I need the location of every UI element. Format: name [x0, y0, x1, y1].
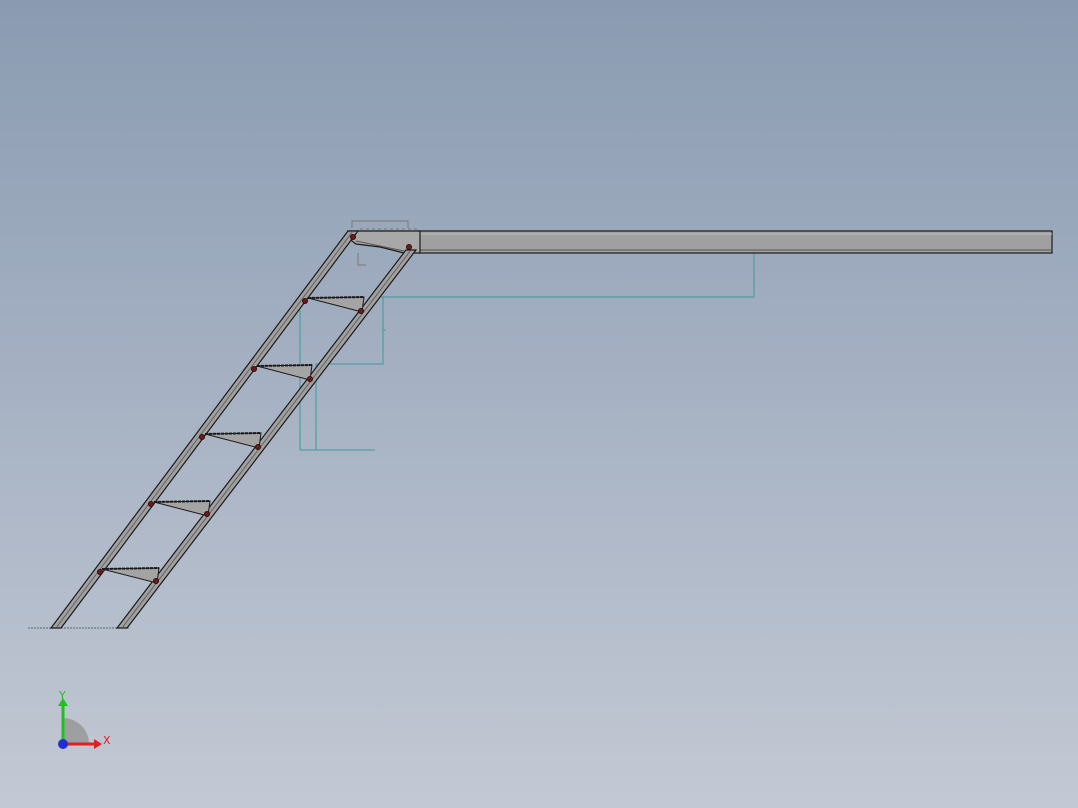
triad-plane-icon	[63, 718, 89, 744]
z-axis-icon	[58, 739, 68, 749]
bolt	[306, 375, 313, 382]
bolt	[97, 569, 104, 576]
tread-5[interactable]	[101, 567, 160, 584]
graphics-viewport[interactable]: Y X	[0, 0, 1078, 808]
triad-y-label: Y	[58, 689, 66, 702]
triad-x-label: X	[103, 734, 111, 747]
tread-1[interactable]	[307, 296, 365, 313]
bolt	[203, 510, 210, 517]
bolt	[152, 578, 159, 585]
bolt	[349, 233, 356, 240]
tread-2[interactable]	[256, 364, 313, 381]
reference-triad[interactable]: Y X	[58, 689, 111, 749]
bolt	[357, 307, 364, 314]
tread-4[interactable]	[153, 500, 211, 517]
x-arrow-icon	[94, 739, 102, 749]
bolts	[97, 233, 412, 585]
bolt	[147, 500, 154, 507]
bolt	[198, 433, 205, 440]
stringer-back[interactable]	[115, 249, 418, 629]
sketch-lines	[299, 253, 755, 451]
tread-3[interactable]	[204, 432, 262, 449]
model-canvas[interactable]: Y X	[0, 0, 1078, 808]
stringer-front[interactable]	[49, 230, 360, 629]
bolt	[254, 443, 261, 450]
platform-beam[interactable]	[417, 230, 1053, 254]
bolt	[250, 365, 257, 372]
bolt	[301, 297, 308, 304]
bolt	[405, 243, 412, 250]
